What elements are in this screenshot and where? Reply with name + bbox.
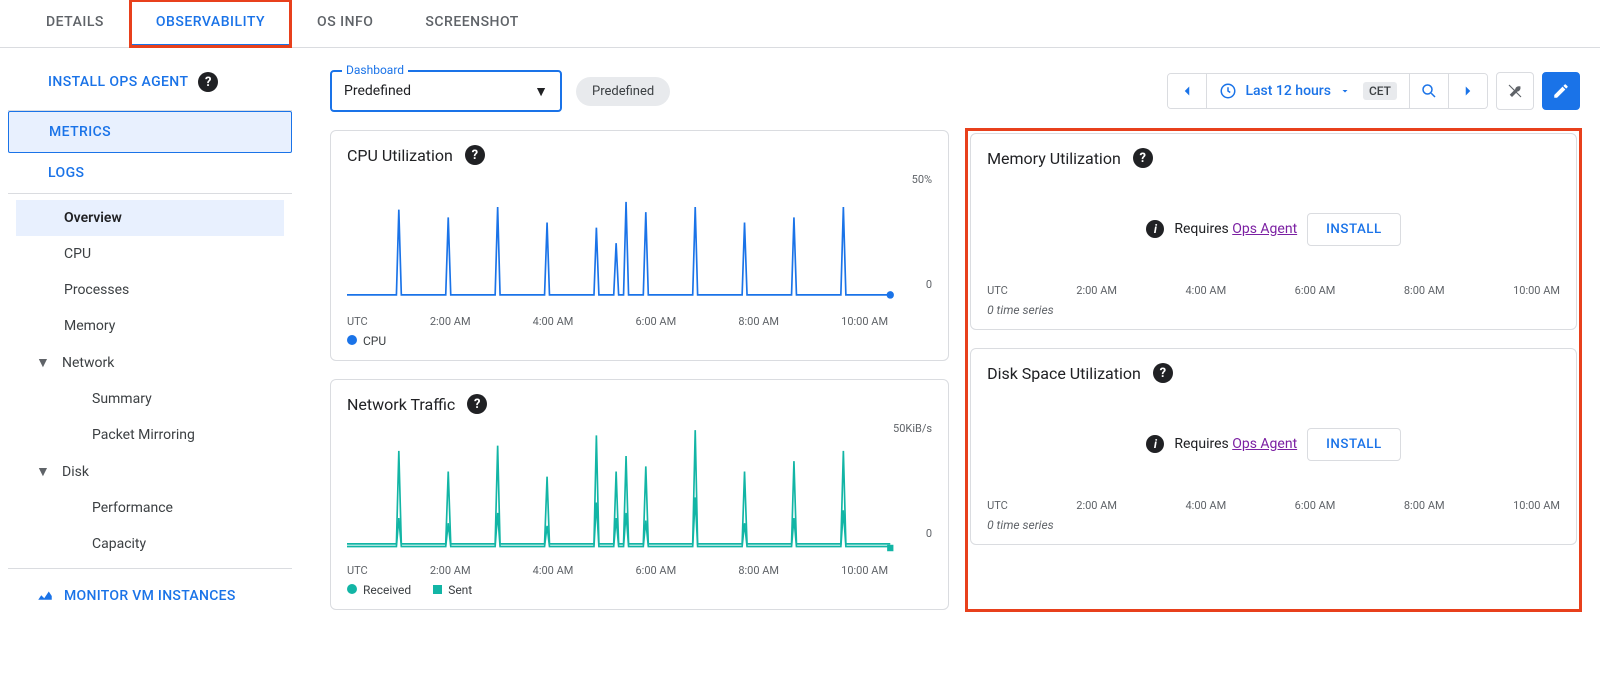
sidebar-tab-logs[interactable]: LOGS (8, 153, 292, 193)
card-title: CPU Utilization (347, 146, 453, 165)
nav-disk[interactable]: ▼ Disk (16, 453, 284, 490)
x-axis: UTC2:00 AM4:00 AM6:00 AM8:00 AM10:00 AM (987, 284, 1560, 297)
tab-os-info[interactable]: OS INFO (291, 0, 399, 47)
network-legend: Received Sent (347, 583, 932, 597)
card-title: Network Traffic (347, 395, 455, 414)
pencil-icon (1552, 82, 1570, 100)
sidebar: INSTALL OPS AGENT ? METRICS LOGS Overvie… (0, 48, 300, 630)
nav-cpu[interactable]: CPU (16, 236, 284, 272)
nav-memory[interactable]: Memory (16, 308, 284, 344)
main-content: Dashboard Predefined ▼ Predefined Last 1… (300, 48, 1600, 630)
card-disk-space-utilization: Disk Space Utilization? i Requires Ops A… (970, 348, 1577, 545)
clock-icon (1219, 82, 1237, 100)
charts-right-col: Memory Utilization? i Requires Ops Agent… (967, 130, 1580, 610)
nav-processes[interactable]: Processes (16, 272, 284, 308)
y-max-label: 50KiB/s (893, 422, 932, 435)
charts-grid: CPU Utilization? 50% 0 UTC2:00 AM4:00 AM… (330, 130, 1580, 610)
time-series-note: 0 time series (987, 303, 1560, 317)
network-chart-svg (347, 422, 932, 562)
card-cpu-utilization: CPU Utilization? 50% 0 UTC2:00 AM4:00 AM… (330, 130, 949, 361)
requires-ops-agent: i Requires Ops Agent INSTALL (987, 176, 1560, 282)
time-range-select[interactable]: Last 12 hours CET (1207, 74, 1410, 108)
wrench-off-icon (1506, 82, 1524, 100)
info-icon: i (1146, 220, 1164, 238)
cpu-chart-svg (347, 173, 932, 313)
help-icon[interactable]: ? (1133, 148, 1153, 168)
install-button[interactable]: INSTALL (1307, 213, 1401, 246)
search-icon (1420, 82, 1438, 100)
sidebar-tabs: METRICS LOGS (8, 110, 292, 194)
cpu-legend: CPU (347, 334, 932, 348)
x-axis: UTC2:00 AM4:00 AM6:00 AM8:00 AM10:00 AM (987, 499, 1560, 512)
nav-packet-mirroring[interactable]: Packet Mirroring (16, 417, 284, 453)
card-title: Disk Space Utilization (987, 364, 1141, 383)
tab-details[interactable]: DETAILS (20, 0, 130, 47)
monitor-vm-instances-link[interactable]: MONITOR VM INSTANCES (0, 569, 300, 623)
caret-down-icon: ▼ (534, 83, 548, 100)
sidebar-tab-metrics[interactable]: METRICS (8, 111, 292, 153)
dashboard-select-value: Predefined (344, 83, 411, 99)
chevron-right-icon (1459, 82, 1477, 100)
monitoring-icon (36, 587, 54, 605)
nav-network[interactable]: ▼ Network (16, 344, 284, 381)
dashboard-select[interactable]: Dashboard Predefined ▼ (330, 70, 562, 112)
time-series-note: 0 time series (987, 518, 1560, 532)
caret-down-icon: ▼ (36, 463, 54, 480)
card-title: Memory Utilization (987, 149, 1121, 168)
requires-ops-agent: i Requires Ops Agent INSTALL (987, 391, 1560, 497)
help-icon[interactable]: ? (465, 145, 485, 165)
nav-overview[interactable]: Overview (16, 200, 284, 236)
install-button[interactable]: INSTALL (1307, 428, 1401, 461)
time-prev-button[interactable] (1168, 74, 1207, 108)
caret-down-icon (1339, 85, 1351, 97)
tab-observability[interactable]: OBSERVABILITY (130, 0, 291, 47)
network-chart[interactable]: 50KiB/s 0 (347, 422, 932, 562)
topbar: Dashboard Predefined ▼ Predefined Last 1… (330, 70, 1580, 112)
y-min-label: 0 (926, 278, 932, 291)
dashboard-select-label: Dashboard (342, 63, 408, 77)
caret-down-icon: ▼ (36, 354, 54, 371)
zoom-button[interactable] (1410, 74, 1449, 108)
y-min-label: 0 (926, 527, 932, 540)
chevron-left-icon (1178, 82, 1196, 100)
tab-screenshot[interactable]: SCREENSHOT (399, 0, 544, 47)
time-next-button[interactable] (1449, 74, 1487, 108)
charts-left-col: CPU Utilization? 50% 0 UTC2:00 AM4:00 AM… (330, 130, 949, 610)
timezone-badge: CET (1363, 82, 1397, 100)
nav-performance[interactable]: Performance (16, 490, 284, 526)
x-axis: UTC2:00 AM4:00 AM6:00 AM8:00 AM10:00 AM (347, 315, 932, 328)
y-max-label: 50% (912, 173, 932, 186)
nav-summary[interactable]: Summary (16, 381, 284, 417)
info-icon: i (1146, 435, 1164, 453)
x-axis: UTC2:00 AM4:00 AM6:00 AM8:00 AM10:00 AM (347, 564, 932, 577)
install-ops-agent-label: INSTALL OPS AGENT (48, 74, 188, 90)
main-tabs: DETAILS OBSERVABILITY OS INFO SCREENSHOT (0, 0, 1600, 48)
install-ops-agent-link[interactable]: INSTALL OPS AGENT ? (0, 64, 300, 110)
sidebar-nav: Overview CPU Processes Memory ▼ Network … (8, 194, 292, 569)
card-memory-utilization: Memory Utilization? i Requires Ops Agent… (970, 133, 1577, 330)
help-icon[interactable]: ? (1153, 363, 1173, 383)
time-controls: Last 12 hours CET (1167, 72, 1580, 110)
hide-toolbar-button[interactable] (1496, 72, 1534, 110)
help-icon[interactable]: ? (198, 72, 218, 92)
nav-capacity[interactable]: Capacity (16, 526, 284, 562)
time-range-group: Last 12 hours CET (1167, 73, 1488, 109)
help-icon[interactable]: ? (467, 394, 487, 414)
edit-button[interactable] (1542, 72, 1580, 110)
card-network-traffic: Network Traffic? 50KiB/s 0 UTC2:00 AM4:0… (330, 379, 949, 610)
cpu-chart[interactable]: 50% 0 (347, 173, 932, 313)
dashboard-chip[interactable]: Predefined (576, 77, 670, 106)
ops-agent-link[interactable]: Ops Agent (1232, 221, 1297, 237)
ops-agent-link[interactable]: Ops Agent (1232, 436, 1297, 452)
